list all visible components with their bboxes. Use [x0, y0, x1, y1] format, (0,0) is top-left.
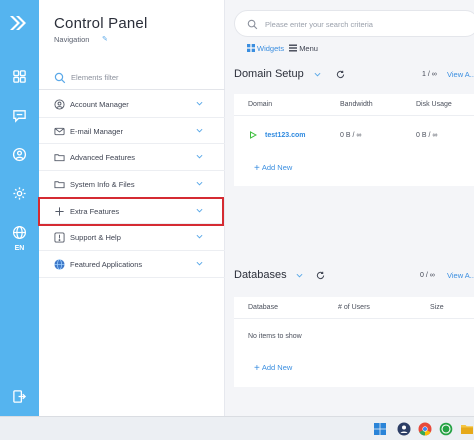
databases-table: Database # of Users Size No items to sho… — [234, 297, 474, 387]
domain-pager: 1 / ∞ — [422, 71, 437, 78]
column-header: Size — [430, 304, 444, 311]
nav-item-label: Account Manager — [70, 100, 129, 109]
nav-item-label: System Info & Files — [70, 180, 135, 190]
selection-highlight — [38, 197, 224, 226]
add-new-label: Add New — [261, 163, 293, 172]
nav-item-label: Support & Help — [70, 233, 121, 243]
search-icon — [54, 72, 66, 84]
column-header: # of Users — [338, 304, 370, 311]
domain-view-all-link[interactable]: View A... — [447, 70, 474, 79]
search-placeholder: Please enter your search criteria — [265, 20, 373, 29]
folder-icon — [54, 181, 65, 189]
databases-view-all-link[interactable]: View A... — [447, 271, 474, 280]
gear-icon[interactable] — [12, 186, 27, 201]
whatsapp-icon[interactable] — [439, 422, 453, 436]
view-switch: Widgets Menu — [247, 44, 318, 53]
nav-item-label: Advanced Features — [70, 153, 136, 163]
chrome-browser-icon[interactable] — [418, 422, 432, 436]
file-explorer-icon[interactable] — [460, 422, 474, 436]
column-header: Database — [248, 304, 278, 311]
play-icon[interactable] — [249, 131, 257, 139]
search-icon — [247, 19, 258, 30]
taskbar — [0, 416, 474, 440]
domain-setup-title: Domain Setup — [234, 68, 304, 80]
chevron-down-icon[interactable] — [296, 272, 303, 279]
add-new-label: Add New — [261, 363, 293, 372]
main-content: Please enter your search criteria Widget… — [225, 0, 474, 416]
search-input[interactable]: Please enter your search criteria — [234, 10, 474, 37]
empty-state-text: No items to show — [248, 333, 302, 340]
nav-item-featured-applications[interactable]: Featured Applications — [39, 251, 225, 278]
databases-title: Databases — [234, 269, 287, 281]
nav-item-support-help[interactable]: Support & Help — [39, 224, 225, 252]
app-globe-icon — [54, 259, 65, 271]
nav-item-label: E-mail Manager — [70, 126, 123, 136]
databases-add-new-button[interactable]: + Add New — [254, 363, 292, 374]
widgets-grid-icon — [247, 44, 255, 52]
left-rail: EN — [0, 0, 39, 416]
bandwidth-value: 0 B / ∞ — [340, 132, 362, 139]
menu-link[interactable]: Menu — [299, 44, 318, 53]
nav-item-system-info-files[interactable]: System Info & Files — [39, 171, 225, 198]
refresh-icon[interactable] — [316, 271, 325, 280]
nav-item-label: Featured Applications — [70, 260, 143, 270]
chat-icon[interactable] — [12, 108, 27, 123]
user-circle-icon[interactable] — [12, 147, 27, 162]
nav-item-account-manager[interactable]: Account Manager — [39, 91, 225, 118]
chevron-down-icon — [196, 235, 203, 239]
refresh-icon[interactable] — [336, 70, 345, 79]
navigation-subtitle: Navigation — [54, 35, 90, 44]
page-title: Control Panel — [54, 15, 148, 32]
domain-link[interactable]: test123.com — [265, 132, 305, 139]
nav-menu: Account Manager E-mail Manager Advanced … — [39, 91, 225, 278]
globe-icon[interactable] — [12, 225, 27, 240]
help-icon — [54, 232, 65, 243]
language-label[interactable]: EN — [0, 245, 39, 252]
column-header: Domain — [248, 101, 273, 108]
column-header: Disk Usage — [416, 101, 452, 108]
folder-icon — [54, 154, 65, 162]
domain-table-header: Domain Bandwidth Disk Usage — [234, 94, 474, 116]
divider — [39, 89, 225, 90]
databases-table-header: Database # of Users Size — [234, 297, 474, 319]
domain-add-new-button[interactable]: + Add New — [254, 163, 292, 174]
nav-item-email-manager[interactable]: E-mail Manager — [39, 118, 225, 145]
chevron-down-icon — [196, 181, 203, 186]
nav-item-advanced-features[interactable]: Advanced Features — [39, 144, 225, 172]
chevron-down-icon — [196, 155, 203, 159]
domain-table: Domain Bandwidth Disk Usage test123.com … — [234, 94, 474, 186]
disk-usage-value: 0 B / ∞ — [416, 132, 438, 139]
user-account-icon[interactable] — [397, 422, 411, 436]
mail-icon — [54, 127, 65, 135]
dashboard-grid-icon[interactable] — [12, 69, 27, 84]
column-header: Bandwidth — [340, 101, 373, 108]
chevron-down-icon — [196, 261, 203, 266]
user-circle-icon — [54, 99, 65, 110]
elements-filter-placeholder: Elements filter — [71, 73, 119, 82]
menu-list-icon — [289, 44, 298, 52]
elements-filter[interactable]: Elements filter — [54, 70, 214, 86]
chevron-down-icon[interactable] — [314, 71, 321, 78]
pin-icon[interactable]: ✎ — [102, 35, 108, 43]
windows-start-icon[interactable] — [373, 422, 387, 436]
databases-pager: 0 / ∞ — [420, 272, 435, 279]
logout-icon[interactable] — [12, 389, 27, 404]
chevron-down-icon — [196, 128, 203, 133]
chevron-down-icon — [196, 101, 203, 106]
widgets-link[interactable]: Widgets — [257, 44, 284, 53]
logo-arrows-icon[interactable] — [8, 12, 30, 34]
